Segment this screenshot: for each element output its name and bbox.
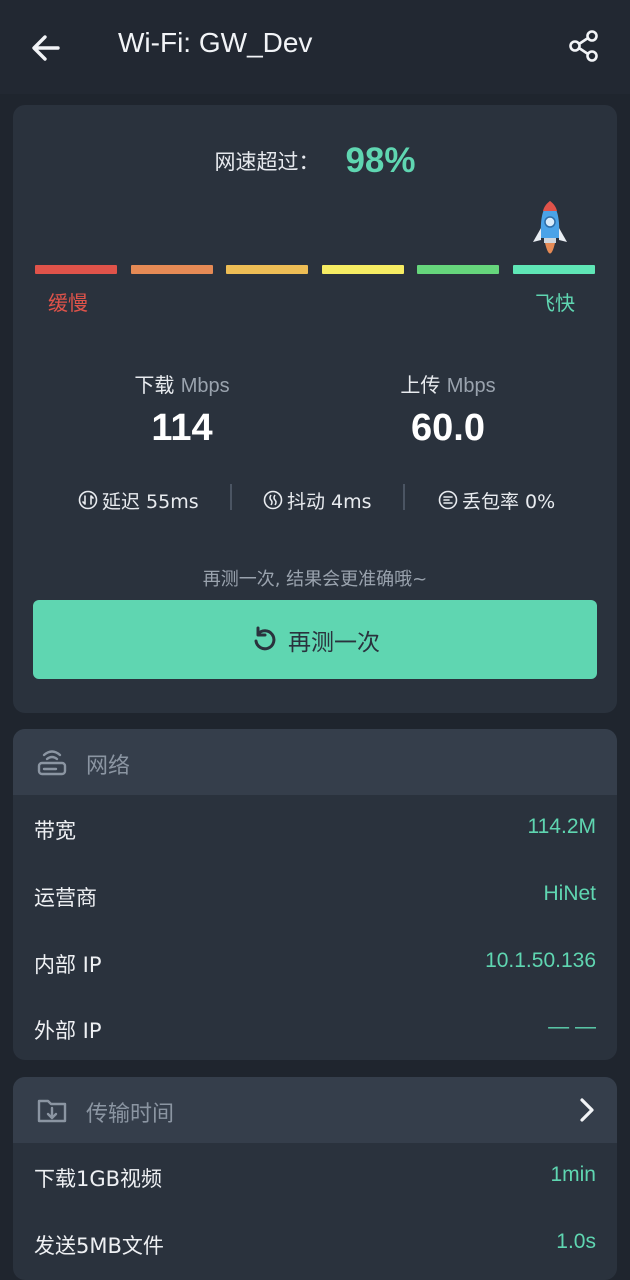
info-row: 内部 IP 10.1.50.136 — [13, 929, 617, 995]
info-value: 114.2M — [527, 815, 597, 838]
info-value: HiNet — [543, 882, 596, 905]
network-card-header: 网络 — [13, 729, 617, 795]
router-icon — [37, 750, 67, 776]
upload-label: 上传 Mbps — [348, 369, 548, 398]
refresh-icon — [254, 626, 276, 650]
info-row: 运营商 HiNet — [13, 862, 617, 928]
speed-result-card: 网速超过： 98% 缓慢 飞快 下载 Mbps 114 上传 Mbps 60.0 … — [13, 105, 617, 713]
meter-segment-2 — [131, 265, 213, 274]
info-key: 运营商 — [34, 886, 97, 910]
info-key: 内部 IP — [34, 953, 102, 977]
upload-label-text: 上传 — [400, 373, 441, 397]
stat-divider — [403, 484, 405, 510]
jitter-icon — [263, 490, 283, 510]
retest-hint: 再测一次, 结果会更准确哦~ — [202, 569, 428, 590]
chevron-right-icon[interactable] — [575, 1097, 599, 1123]
network-card: 网络 带宽 114.2M 运营商 HiNet 内部 IP 10.1.50.136… — [13, 729, 617, 1060]
info-row: 发送5MB文件 1.0s — [13, 1210, 617, 1276]
exceed-value: 98% — [345, 141, 416, 180]
exceed-percent-line: 网速超过： 98% — [13, 141, 617, 181]
info-value: 10.1.50.136 — [485, 949, 596, 972]
info-row: 下载1GB视频 1min — [13, 1143, 617, 1209]
meter-segment-1 — [35, 265, 117, 274]
upload-unit: Mbps — [446, 375, 496, 397]
download-value: 114 — [151, 407, 213, 449]
info-row: 外部 IP — — — [13, 995, 617, 1060]
download-folder-icon — [37, 1099, 67, 1123]
meter-segment-3 — [226, 265, 308, 274]
latency-stat: 延迟 55ms — [78, 485, 199, 515]
info-key: 外部 IP — [34, 1019, 102, 1043]
retest-button[interactable]: 再测一次 — [33, 600, 597, 679]
packet-loss-stat: 丢包率 0% — [438, 485, 555, 515]
download-label: 下载 Mbps — [82, 369, 282, 398]
latency-icon — [78, 490, 98, 510]
top-app-bar: Wi-Fi: GW_Dev — [0, 0, 630, 94]
download-label-text: 下载 — [134, 373, 175, 397]
info-value: 1.0s — [556, 1230, 596, 1253]
packet-loss-text: 丢包率 0% — [462, 490, 556, 513]
transfer-time-title: 传输时间 — [86, 1102, 175, 1127]
stat-divider — [230, 484, 232, 510]
jitter-stat: 抖动 4ms — [263, 485, 372, 515]
transfer-time-card: 传输时间 下载1GB视频 1min 发送5MB文件 1.0s — [13, 1077, 617, 1280]
network-card-title: 网络 — [86, 754, 131, 779]
arrow-left-icon[interactable] — [26, 28, 66, 68]
meter-segment-6 — [513, 265, 595, 274]
page-title: Wi-Fi: GW_Dev — [118, 27, 313, 58]
meter-fast-label: 飞快 — [535, 291, 575, 315]
exceed-label: 网速超过： — [214, 150, 320, 174]
info-key: 发送5MB文件 — [34, 1234, 164, 1258]
packet-loss-icon — [438, 490, 458, 510]
meter-segment-4 — [322, 265, 404, 274]
meter-slow-label: 缓慢 — [48, 291, 88, 315]
meter-segment-5 — [417, 265, 499, 274]
rocket-icon — [533, 201, 567, 254]
retest-button-label: 再测一次 — [288, 629, 380, 656]
upload-value: 60.0 — [411, 407, 485, 449]
transfer-time-header[interactable]: 传输时间 — [13, 1077, 617, 1143]
info-key: 带宽 — [34, 819, 76, 843]
info-key: 下载1GB视频 — [34, 1167, 163, 1191]
info-row: 带宽 114.2M — [13, 795, 617, 861]
share-icon[interactable] — [566, 28, 602, 64]
download-unit: Mbps — [180, 375, 230, 397]
latency-text: 延迟 55ms — [102, 490, 199, 513]
jitter-text: 抖动 4ms — [287, 490, 372, 513]
info-value: — — — [548, 1015, 596, 1038]
info-value: 1min — [550, 1163, 596, 1186]
